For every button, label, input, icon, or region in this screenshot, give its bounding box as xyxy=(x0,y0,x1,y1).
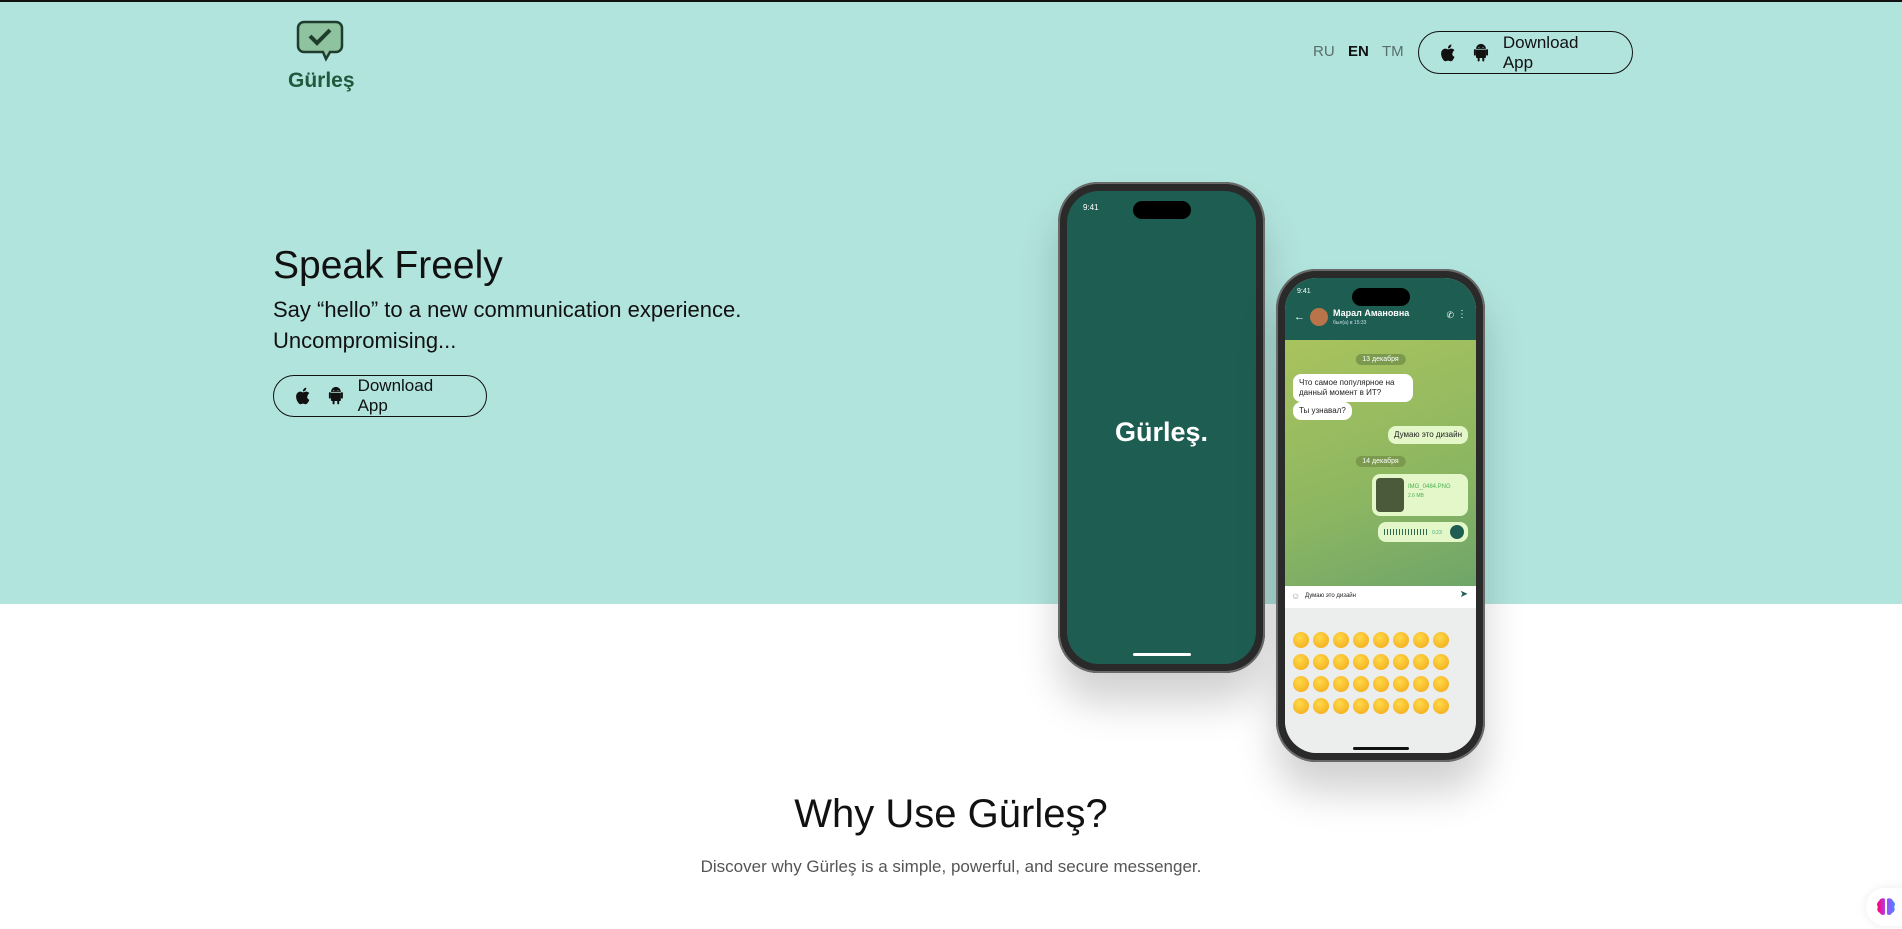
back-arrow-icon: ← xyxy=(1294,311,1305,323)
chat-area: 13 декабря Что самое популярное на данны… xyxy=(1285,340,1476,586)
file-message: IMG_0484.PNG 2.6 MB xyxy=(1372,474,1468,516)
header-download-button[interactable]: Download App xyxy=(1418,31,1633,74)
voice-message: 0:23 xyxy=(1378,522,1468,542)
why-subtitle: Discover why Gürleş is a simple, powerfu… xyxy=(700,857,1202,876)
more-icon: ⋮ xyxy=(1457,309,1467,320)
assistant-widget[interactable] xyxy=(1866,888,1902,926)
dynamic-island xyxy=(1132,201,1191,219)
message-outgoing: Думаю это дизайн xyxy=(1388,426,1468,444)
hero-title: Speak Freely xyxy=(273,244,503,287)
logo-text: Gürleş xyxy=(288,69,355,92)
waveform xyxy=(1384,529,1428,535)
message-input: ☺ Думаю это дизайн ➤ xyxy=(1285,586,1476,608)
download-label: Download App xyxy=(1502,32,1579,72)
apple-icon xyxy=(1441,44,1455,61)
chat-check-icon xyxy=(296,20,344,62)
status-time: 9:41 xyxy=(1083,203,1099,212)
phone-screen: 9:41 Gürleş. xyxy=(1067,191,1256,664)
date-chip: 14 декабря xyxy=(1355,456,1406,467)
image-thumbnail xyxy=(1376,478,1404,512)
logo[interactable]: Gürleş xyxy=(288,20,355,93)
contact-name: Марал Амановна xyxy=(1333,308,1410,318)
apple-icon xyxy=(296,387,310,405)
file-size: 2.6 MB xyxy=(1408,493,1424,499)
android-icon xyxy=(1473,43,1488,61)
play-icon xyxy=(1450,525,1464,539)
lang-ru[interactable]: RU xyxy=(1313,43,1335,60)
message-incoming: Что самое популярное на данный момент в … xyxy=(1293,374,1413,402)
hero-subtitle-line: Say “hello” to a new communication exper… xyxy=(273,297,742,322)
download-label: Download App xyxy=(357,376,434,415)
home-indicator xyxy=(1132,653,1191,656)
emoji-keyboard xyxy=(1285,608,1476,753)
splash-brand: Gürleş. xyxy=(1114,417,1209,447)
why-title: Why Use Gürleş? xyxy=(794,792,1108,836)
phone-call-icon: ✆ xyxy=(1446,310,1454,320)
lang-tm[interactable]: TM xyxy=(1382,43,1404,60)
lang-en[interactable]: EN xyxy=(1348,43,1369,60)
hero-download-button[interactable]: Download App xyxy=(273,375,487,417)
contact-status: был(а) в 15:33 xyxy=(1333,320,1367,326)
phone-mockup-chat: 9:41 ← Марал Амановна был(а) в 15:33 ✆ ⋮… xyxy=(1276,269,1485,762)
message-incoming: Ты узнавал? xyxy=(1293,402,1352,420)
input-text: Думаю это дизайн xyxy=(1305,593,1356,599)
phone-screen: 9:41 ← Марал Амановна был(а) в 15:33 ✆ ⋮… xyxy=(1285,278,1476,753)
voice-duration: 0:23 xyxy=(1432,530,1442,536)
home-indicator xyxy=(1352,747,1409,750)
date-chip: 13 декабря xyxy=(1355,354,1406,365)
emoji-grid xyxy=(1285,632,1457,714)
phone-mockup-splash: 9:41 Gürleş. xyxy=(1058,182,1265,673)
send-icon: ➤ xyxy=(1459,589,1468,600)
emoji-icon: ☺ xyxy=(1291,591,1301,601)
hero-subtitle-line: Uncompromising... xyxy=(273,328,457,353)
hero-subtitle: Say “hello” to a new communication exper… xyxy=(273,294,741,356)
status-time: 9:41 xyxy=(1297,288,1311,295)
dynamic-island xyxy=(1351,288,1410,306)
android-icon xyxy=(328,386,343,405)
chat-header: 9:41 ← Марал Амановна был(а) в 15:33 ✆ ⋮ xyxy=(1285,278,1476,340)
brain-icon xyxy=(1877,898,1895,915)
avatar xyxy=(1310,308,1328,326)
